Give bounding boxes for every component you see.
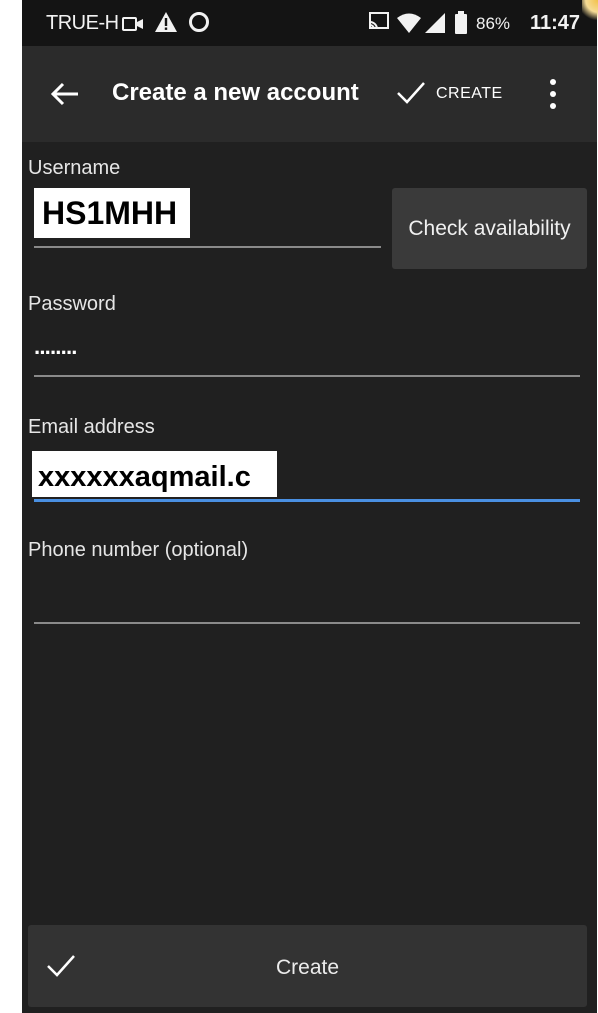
warning-icon	[155, 12, 177, 32]
video-record-icon	[122, 17, 143, 31]
username-field[interactable]: HS1MHH	[34, 188, 190, 238]
cell-signal-icon	[425, 13, 445, 33]
battery-icon	[455, 11, 467, 34]
email-underline	[34, 499, 580, 502]
phone-underline	[34, 622, 580, 624]
battery-percent: 86%	[476, 14, 511, 33]
more-vert-icon[interactable]	[540, 76, 566, 112]
status-clock: 11:47	[530, 12, 581, 34]
cast-icon	[369, 12, 389, 30]
username-label: Username	[28, 157, 121, 179]
toolbar-create-label: CREATE	[436, 85, 503, 102]
password-underline	[34, 375, 580, 377]
email-field[interactable]: xxxxxxaqmail.c	[32, 451, 277, 497]
checkmark-icon	[397, 82, 425, 104]
create-button[interactable]: Create	[28, 925, 587, 1007]
arrow-left-icon[interactable]	[48, 77, 82, 111]
username-underline	[34, 246, 381, 248]
create-button-label: Create	[275, 956, 340, 979]
phone-field[interactable]	[34, 580, 580, 616]
email-label: Email address	[28, 416, 155, 438]
password-label: Password	[28, 293, 116, 315]
password-field[interactable]: ········	[34, 340, 79, 366]
corner-decoration	[582, 0, 598, 22]
status-bar: TRUE-H 86% 11:47	[22, 0, 597, 46]
app-screen: TRUE-H 86% 11:47 Create a new account CR…	[22, 0, 597, 1013]
app-toolbar: Create a new account CREATE	[22, 46, 597, 142]
check-availability-button[interactable]: Check availability	[392, 188, 587, 269]
page-title: Create a new account	[112, 79, 359, 106]
circle-icon	[189, 12, 209, 32]
carrier-name: TRUE-H	[46, 12, 119, 34]
wifi-icon	[397, 13, 421, 33]
phone-label: Phone number (optional)	[28, 539, 249, 561]
toolbar-create-button[interactable]: CREATE	[396, 74, 516, 114]
